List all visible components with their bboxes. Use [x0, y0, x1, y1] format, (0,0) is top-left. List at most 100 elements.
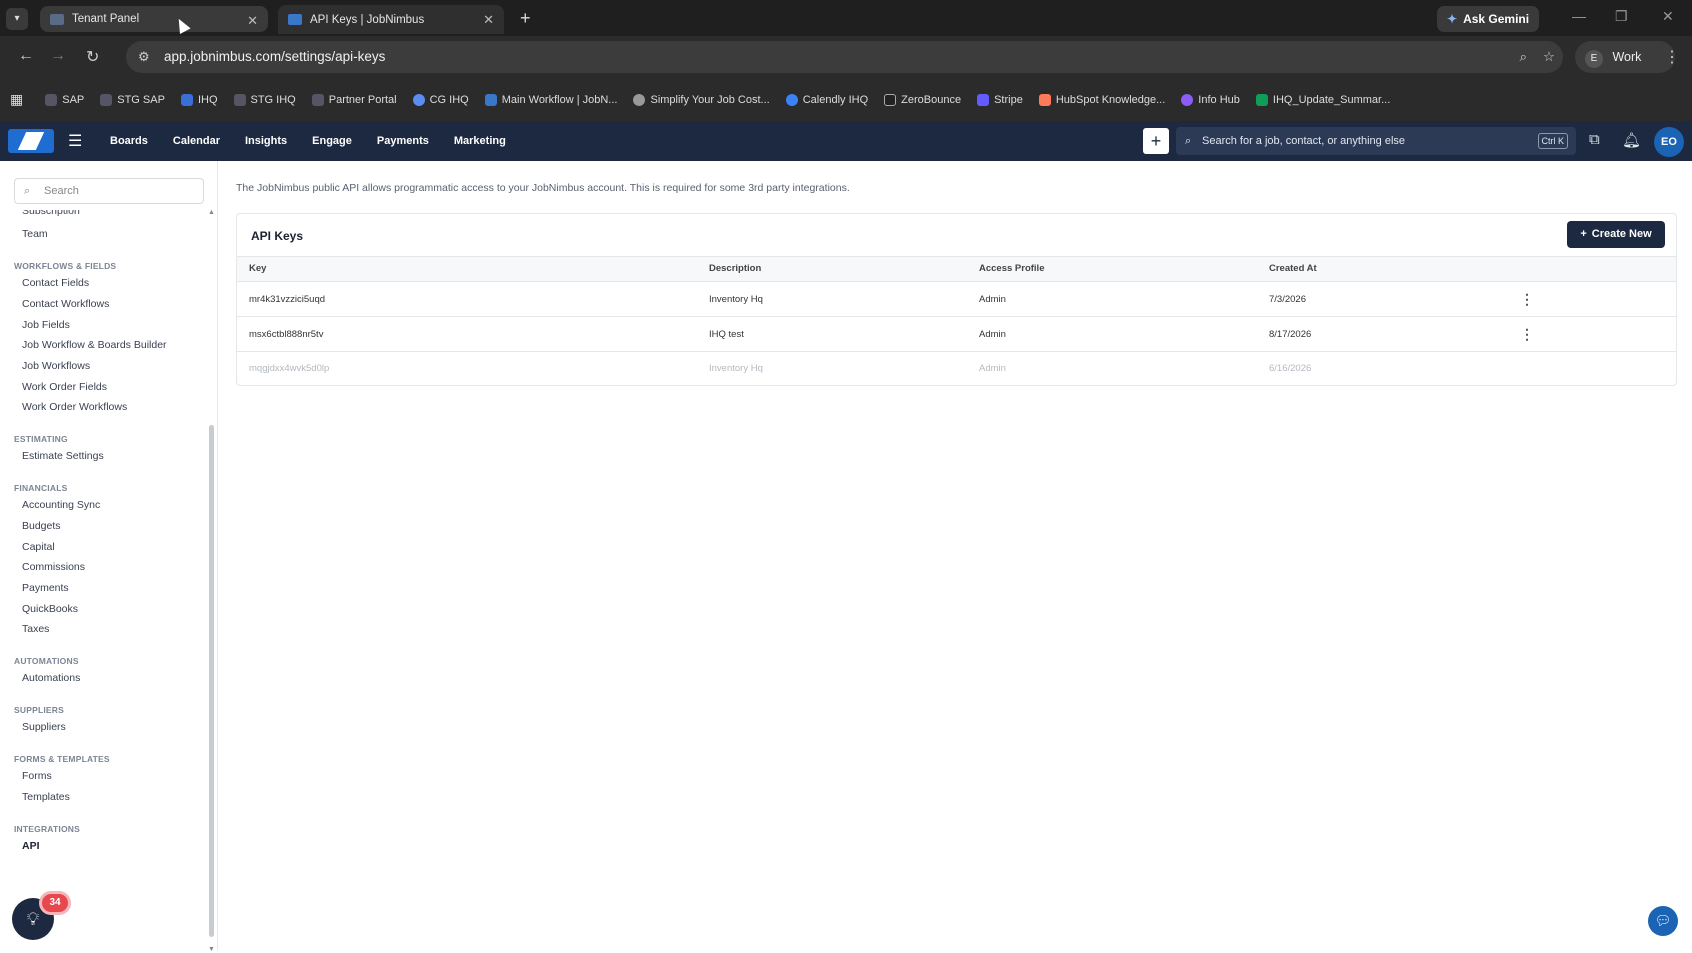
sidebar-item-job-workflows[interactable]: Job Workflows — [22, 360, 90, 372]
tab-title: Tenant Panel — [72, 13, 140, 25]
sidebar-item-capital[interactable]: Capital — [22, 541, 55, 553]
sidebar-item-team[interactable]: Team — [22, 228, 48, 240]
bookmark-stripe[interactable]: Stripe — [977, 93, 1023, 106]
column-header-key[interactable]: Key — [249, 257, 266, 281]
bookmark-stg-ihq[interactable]: STG IHQ — [233, 93, 296, 106]
sidebar-item-estimate-settings[interactable]: Estimate Settings — [22, 450, 104, 462]
sidebar-item-subscription[interactable]: Subscription — [22, 210, 80, 217]
table-row[interactable]: msx6ctbl888nr5tv IHQ test Admin 8/17/202… — [237, 317, 1676, 352]
cell-description: IHQ test — [709, 329, 744, 340]
bookmark-hubspot-knowledge[interactable]: HubSpot Knowledge... — [1038, 93, 1165, 106]
scroll-up-icon[interactable]: ▲ — [208, 209, 215, 216]
sidebar-item-budgets[interactable]: Budgets — [22, 520, 61, 532]
cell-description: Inventory Hq — [709, 294, 763, 305]
global-search-placeholder: Search for a job, contact, or anything e… — [1202, 135, 1406, 147]
chat-support-icon[interactable]: 💬︎ — [1648, 906, 1678, 936]
bookmark-info-hub[interactable]: Info Hub — [1181, 93, 1240, 106]
bookmark-ihq-update-summary[interactable]: IHQ_Update_Summar... — [1255, 93, 1390, 106]
cell-created-at: 8/17/2026 — [1269, 329, 1312, 340]
bookmark-partner-portal[interactable]: Partner Portal — [311, 93, 397, 106]
notifications-bell-icon[interactable]: 🔔︎ — [1622, 131, 1641, 149]
bookmark-calendly-ihq[interactable]: Calendly IHQ — [785, 93, 868, 106]
bookmark-stg-sap[interactable]: STG SAP — [100, 93, 165, 106]
browser-menu-icon[interactable]: ⋮ — [1664, 47, 1680, 67]
sidebar-search-input[interactable]: ⌕ Search — [14, 178, 204, 204]
site-info-icon[interactable]: ⚙ — [138, 41, 150, 73]
create-new-button[interactable]: + Create New — [1567, 221, 1665, 248]
column-header-created-at[interactable]: Created At — [1269, 257, 1317, 281]
browser-tab-tenant-panel[interactable]: Tenant Panel ✕ — [40, 6, 268, 32]
bookmark-sap[interactable]: SAP — [45, 93, 84, 106]
sidebar-item-api[interactable]: API — [22, 840, 40, 852]
sidebar-item-forms[interactable]: Forms — [22, 770, 52, 782]
row-actions-kebab-icon[interactable]: ⋮ — [1520, 282, 1534, 317]
close-window-icon[interactable]: ✕ — [1662, 8, 1674, 25]
sidebar-scroll-thumb[interactable] — [209, 425, 214, 937]
main-content: The JobNimbus public API allows programm… — [218, 161, 1692, 950]
sidebar-item-quickbooks[interactable]: QuickBooks — [22, 603, 78, 615]
nav-marketing[interactable]: Marketing — [454, 135, 506, 147]
minimize-icon[interactable]: — — [1572, 8, 1586, 24]
close-tab-icon[interactable]: ✕ — [247, 13, 258, 29]
sidebar-scrollbar[interactable]: ▲ ▼ — [208, 209, 215, 953]
card-title: API Keys — [251, 229, 304, 243]
cell-description: Inventory Hq — [709, 363, 763, 374]
cell-created-at: 7/3/2026 — [1269, 294, 1306, 305]
sidebar-item-suppliers[interactable]: Suppliers — [22, 721, 66, 733]
browser-tab-api-keys[interactable]: API Keys | JobNimbus ✕ — [278, 5, 504, 34]
jobnimbus-logo[interactable] — [8, 129, 54, 153]
zoom-icon[interactable]: ⌕ — [1519, 41, 1527, 73]
bookmark-ihq[interactable]: IHQ — [180, 93, 218, 106]
sidebar-item-job-fields[interactable]: Job Fields — [22, 319, 70, 331]
nav-insights[interactable]: Insights — [245, 135, 287, 147]
bookmark-simplify-job-cost[interactable]: Simplify Your Job Cost... — [633, 93, 770, 106]
cell-access-profile: Admin — [979, 329, 1006, 340]
row-actions-kebab-icon[interactable]: ⋮ — [1520, 317, 1534, 352]
address-bar[interactable]: ⚙ app.jobnimbus.com/settings/api-keys ⌕ … — [126, 41, 1563, 73]
cell-access-profile: Admin — [979, 363, 1006, 374]
sidebar-item-work-order-fields[interactable]: Work Order Fields — [22, 381, 107, 393]
user-avatar[interactable]: EO — [1654, 127, 1684, 157]
sidebar-item-taxes[interactable]: Taxes — [22, 623, 49, 635]
sidebar-item-accounting-sync[interactable]: Accounting Sync — [22, 499, 100, 511]
column-header-description[interactable]: Description — [709, 257, 761, 281]
back-icon[interactable]: ← — [18, 47, 34, 65]
nav-payments[interactable]: Payments — [377, 135, 429, 147]
activity-icon[interactable]: ⧉ — [1589, 131, 1600, 148]
close-tab-icon[interactable]: ✕ — [483, 12, 494, 28]
new-tab-icon[interactable]: + — [520, 8, 531, 29]
sidebar-item-job-workflow-boards-builder[interactable]: Job Workflow & Boards Builder — [22, 339, 167, 351]
apps-grid-icon[interactable]: ▦ — [10, 91, 23, 108]
app-header: ☰ Boards Calendar Insights Engage Paymen… — [0, 121, 1692, 161]
ask-gemini-button[interactable]: ✦ Ask Gemini — [1437, 6, 1539, 32]
sidebar-item-contact-fields[interactable]: Contact Fields — [22, 277, 89, 289]
restore-icon[interactable]: ❐ — [1615, 8, 1628, 25]
sidebar-item-work-order-workflows[interactable]: Work Order Workflows — [22, 401, 127, 413]
url-text: app.jobnimbus.com/settings/api-keys — [164, 49, 386, 64]
sidebar-item-commissions[interactable]: Commissions — [22, 561, 85, 573]
reload-icon[interactable]: ↻ — [86, 47, 99, 67]
table-row-disabled: mqgjdxx4wvk5d0lp Inventory Hq Admin 6/16… — [237, 351, 1676, 386]
bookmark-zerobounce[interactable]: ZeroBounce — [884, 93, 961, 106]
sidebar-item-contact-workflows[interactable]: Contact Workflows — [22, 298, 109, 310]
profile-button[interactable]: E Work — [1575, 41, 1675, 73]
tab-search-chevron-icon[interactable]: ▾ — [6, 8, 28, 30]
search-shortcut-badge: Ctrl K — [1537, 133, 1568, 149]
table-row[interactable]: mr4k31vzzici5uqd Inventory Hq Admin 7/3/… — [237, 282, 1676, 317]
sidebar-item-payments[interactable]: Payments — [22, 582, 69, 594]
nav-calendar[interactable]: Calendar — [173, 135, 220, 147]
tenant-panel-favicon-icon — [50, 13, 64, 25]
hamburger-menu-icon[interactable]: ☰ — [68, 131, 82, 151]
bookmark-main-workflow[interactable]: Main Workflow | JobN... — [484, 93, 617, 106]
column-header-access-profile[interactable]: Access Profile — [979, 257, 1044, 281]
forward-icon[interactable]: → — [50, 47, 66, 65]
sidebar-item-templates[interactable]: Templates — [22, 791, 70, 803]
nav-boards[interactable]: Boards — [110, 135, 148, 147]
sidebar-item-automations[interactable]: Automations — [22, 672, 80, 684]
nav-engage[interactable]: Engage — [312, 135, 352, 147]
bookmark-cg-ihq[interactable]: CG IHQ — [412, 93, 469, 106]
global-search-input[interactable]: ⌕ Search for a job, contact, or anything… — [1176, 127, 1576, 155]
bookmark-star-icon[interactable]: ☆ — [1543, 41, 1555, 73]
quick-create-button[interactable]: + — [1143, 128, 1169, 154]
profile-label: Work — [1612, 50, 1642, 64]
